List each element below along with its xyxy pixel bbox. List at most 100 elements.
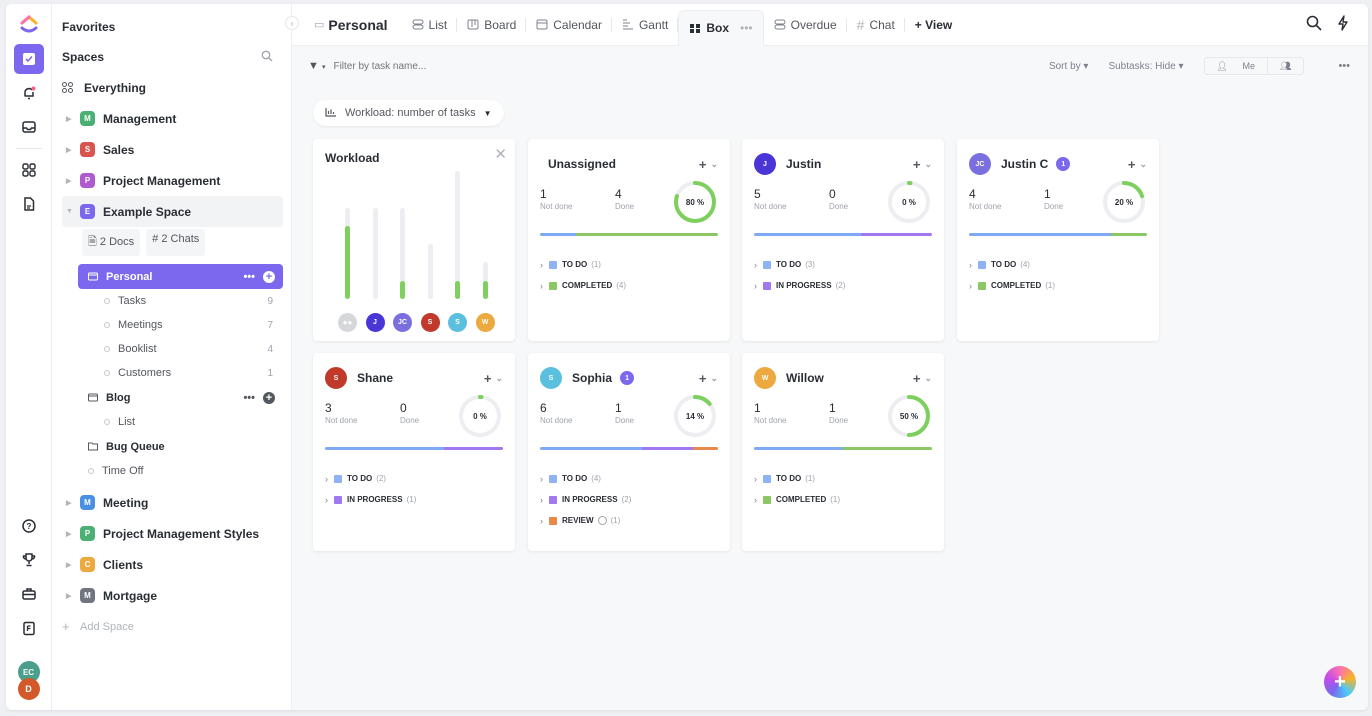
chevron-right-icon[interactable]: › [540,260,543,270]
caret-right-icon[interactable]: ▶ [66,177,80,185]
create-fab-button[interactable]: + [1324,666,1356,698]
tab-board[interactable]: Board [457,4,527,46]
sidebar-item-everything[interactable]: Everything [62,72,283,103]
tasks-icon[interactable] [13,44,44,74]
filter-input[interactable] [333,60,534,72]
more-icon[interactable]: ••• [243,271,255,283]
chevron-right-icon[interactable]: › [754,260,757,270]
briefcase-icon[interactable] [14,579,44,609]
status-group-row[interactable]: › TO DO (4) [540,468,718,489]
status-group-row[interactable]: › COMPLETED (1) [969,275,1147,296]
avatar-d[interactable]: D [17,678,40,700]
search-spaces-icon[interactable] [261,50,273,65]
status-group-row[interactable]: › IN PROGRESS (2) [540,489,718,510]
status-group-row[interactable]: › REVIEW (1) [540,510,718,531]
sidebar-space-project-management[interactable]: ▶ P Project Management [62,165,283,196]
inbox-icon[interactable] [14,112,44,142]
list-item[interactable]: Customers 1 [62,361,283,385]
trophy-icon[interactable] [14,545,44,575]
status-group-row[interactable]: › IN PROGRESS (2) [754,275,932,296]
caret-right-icon[interactable]: ▶ [66,592,80,600]
sidebar-space-sales[interactable]: ▶ S Sales [62,134,283,165]
assignee-avatar[interactable]: JC [969,153,991,175]
status-group-row[interactable]: › TO DO (3) [754,254,932,275]
sort-by-dropdown[interactable]: Sort by ▾ [1049,61,1089,72]
status-group-row[interactable]: › TO DO (1) [754,468,932,489]
tab-more-icon[interactable]: ••• [740,21,753,35]
collapse-icon[interactable]: ⌄ [495,373,503,384]
folder-personal[interactable]: Personal ••• + [78,264,283,289]
tab-gantt[interactable]: Gantt [612,4,679,46]
collapse-icon[interactable]: ⌄ [924,159,932,170]
sidebar-space-meeting[interactable]: ▶ M Meeting [62,487,283,518]
tab-overdue[interactable]: Overdue [764,4,847,46]
folder-blog[interactable]: Blog ••• + [78,385,283,410]
workload-avatar[interactable]: J [365,313,385,332]
caret-right-icon[interactable]: ▶ [66,146,80,154]
close-icon[interactable]: ✕ [494,145,507,163]
collapse-icon[interactable]: ⌄ [1139,159,1147,170]
more-options-icon[interactable]: ••• [1338,60,1350,72]
chevron-right-icon[interactable]: › [540,474,543,484]
chevron-right-icon[interactable]: › [754,474,757,484]
workload-avatar[interactable]: W [475,313,495,332]
caret-down-icon[interactable]: ▼ [66,208,80,215]
subtasks-dropdown[interactable]: Subtasks: Hide ▾ [1108,61,1183,72]
add-space-button[interactable]: + Add Space [62,611,283,642]
help-icon[interactable]: ? [14,511,44,541]
add-task-icon[interactable]: + [1128,157,1136,172]
caret-right-icon[interactable]: ▶ [66,115,80,123]
list-time-off[interactable]: Time Off [62,459,283,483]
status-group-row[interactable]: › COMPLETED (4) [540,275,718,296]
favorites-heading[interactable]: Favorites [62,12,283,42]
clipboard-icon[interactable] [14,613,44,643]
add-task-icon[interactable]: + [699,371,707,386]
chevron-right-icon[interactable]: › [969,281,972,291]
chevron-right-icon[interactable]: › [969,260,972,270]
search-icon[interactable] [1306,15,1322,34]
tab-box[interactable]: Box ••• [678,9,764,46]
more-icon[interactable]: ••• [243,392,255,404]
status-group-row[interactable]: › COMPLETED (1) [754,489,932,510]
chevron-right-icon[interactable]: › [540,495,543,505]
add-task-icon[interactable]: + [484,371,492,386]
clickup-logo-icon[interactable] [14,10,44,40]
list-item[interactable]: Tasks 9 [62,289,283,313]
workload-avatar[interactable]: JC [393,313,412,332]
workload-dropdown[interactable]: Workload: number of tasks ▼ [313,100,504,126]
people-filter-button[interactable]: 👥︎ [1268,58,1303,74]
chevron-right-icon[interactable]: › [540,516,543,526]
chevron-right-icon[interactable]: › [754,495,757,505]
add-circle-icon[interactable]: + [263,391,275,404]
caret-right-icon[interactable]: ▶ [66,530,80,538]
docs-chip[interactable]: 🗎 2 Docs [82,229,141,256]
status-group-row[interactable]: › TO DO (2) [325,468,503,489]
assignee-avatar[interactable]: J [754,153,776,175]
unassigned-group-icon[interactable]: ●● [338,313,357,332]
filter-icon[interactable]: ▼ ▾ [308,60,325,72]
sidebar-space-management[interactable]: ▶ M Management [62,103,283,134]
caret-right-icon[interactable]: ▶ [66,499,80,507]
list-item[interactable]: List [62,410,283,434]
chevron-right-icon[interactable]: › [540,281,543,291]
assignee-avatar[interactable]: W [754,367,776,389]
status-group-row[interactable]: › TO DO (1) [540,254,718,275]
chats-chip[interactable]: # 2 Chats [146,229,206,256]
collapse-sidebar-button[interactable]: ‹ [285,16,299,30]
sidebar-space-clients[interactable]: ▶ C Clients [62,549,283,580]
tab-calendar[interactable]: Calendar [526,4,612,46]
comment-badge[interactable]: 1 [1056,157,1071,171]
folder-bug-queue[interactable]: Bug Queue [78,434,283,459]
add-task-icon[interactable]: + [913,157,921,172]
caret-right-icon[interactable]: ▶ [66,561,80,569]
chevron-right-icon[interactable]: › [325,474,328,484]
automation-bolt-icon[interactable] [1336,15,1350,34]
sidebar-space-mortgage[interactable]: ▶ M Mortgage [62,580,283,611]
tab-chat[interactable]: # Chat [847,4,905,46]
collapse-icon[interactable]: ⌄ [710,373,718,384]
assignee-avatar[interactable]: S [325,367,347,389]
assignee-avatar[interactable]: S [540,367,562,389]
collapse-icon[interactable]: ⌄ [924,373,932,384]
chevron-right-icon[interactable]: › [754,281,757,291]
sidebar-space-project-management-styles[interactable]: ▶ P Project Management Styles [62,518,283,549]
